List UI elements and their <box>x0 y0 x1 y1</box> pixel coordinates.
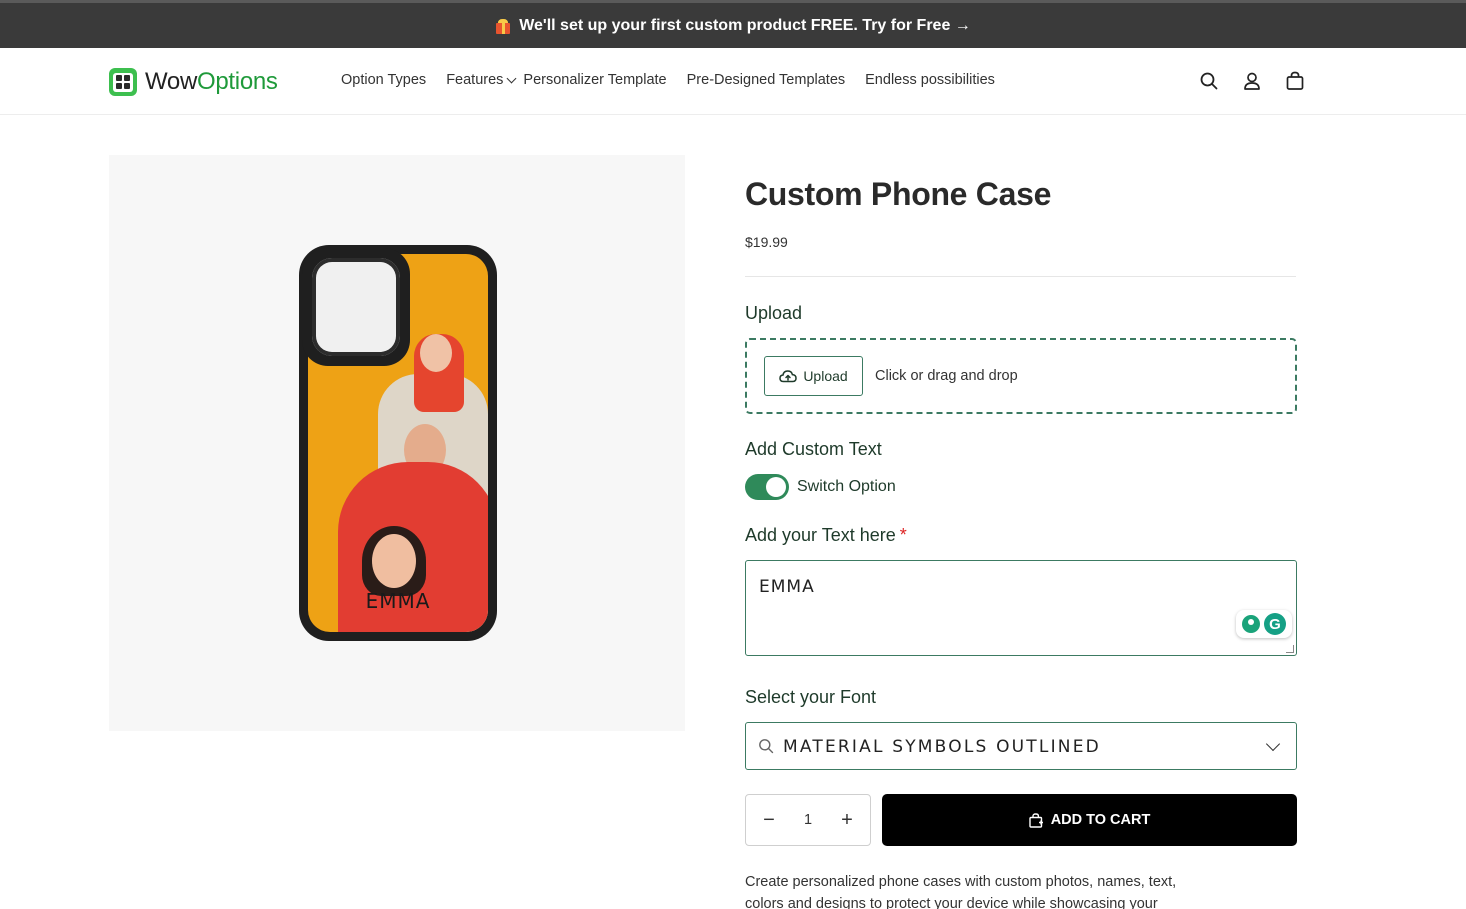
quantity-stepper: − 1 + <box>745 794 871 846</box>
custom-text-switch-row: Switch Option <box>745 474 896 500</box>
quantity-increase-button[interactable]: + <box>838 809 856 831</box>
custom-text-input[interactable]: EMMA G <box>745 560 1297 656</box>
product-title: Custom Phone Case <box>745 176 1052 212</box>
add-to-cart-label: ADD TO CART <box>1050 812 1151 828</box>
header-icons <box>1198 70 1327 92</box>
custom-text-value: EMMA <box>759 577 815 597</box>
custom-text-label: Add Custom Text <box>745 439 882 459</box>
brand-name: WowOptions <box>145 67 278 95</box>
brand-logo[interactable]: WowOptions <box>109 67 278 96</box>
custom-text-toggle[interactable] <box>745 474 789 500</box>
resize-handle[interactable] <box>1286 645 1294 653</box>
quantity-value[interactable]: 1 <box>804 812 812 828</box>
site-header: WowOptions Option Types Features Persona… <box>0 48 1466 115</box>
nav-item-features[interactable]: Features <box>446 72 517 88</box>
add-to-cart-button[interactable]: ADD TO CART <box>882 794 1297 846</box>
grammarly-icon: G <box>1264 613 1286 635</box>
cloud-upload-icon <box>779 369 798 383</box>
main-nav: Option Types Features Personalizer Templ… <box>341 72 1015 88</box>
nav-item-pre-designed-templates[interactable]: Pre-Designed Templates <box>687 72 846 88</box>
upload-label: Upload <box>745 303 803 323</box>
cart-icon[interactable] <box>1284 70 1306 92</box>
search-icon <box>758 738 774 754</box>
chevron-down-icon <box>506 73 517 83</box>
cart-add-icon <box>1028 812 1043 828</box>
announcement-bar[interactable]: We'll set up your first custom product F… <box>0 0 1466 48</box>
camera-cutout <box>302 248 410 366</box>
quantity-decrease-button[interactable]: − <box>760 809 778 831</box>
upload-button[interactable]: Upload <box>764 356 863 396</box>
account-icon[interactable] <box>1241 70 1263 92</box>
font-label: Select your Font <box>745 687 877 707</box>
upload-hint: Click or drag and drop <box>875 368 1018 384</box>
case-preview-text: EMMA <box>365 589 431 613</box>
upload-button-label: Upload <box>803 368 848 384</box>
nav-item-endless-possibilities[interactable]: Endless possibilities <box>865 72 995 88</box>
toggle-knob <box>766 477 786 497</box>
logo-icon <box>109 67 137 96</box>
product-description: Create personalized phone cases with cus… <box>745 874 1177 909</box>
selected-font: MATERIAL SYMBOLS OUTLINED <box>783 737 1101 757</box>
switch-label: Switch Option <box>797 478 896 495</box>
text-field-label: Add your Text here * <box>745 525 907 545</box>
chevron-down-icon <box>1265 736 1281 752</box>
announcement-text[interactable]: We'll set up your first custom product F… <box>519 17 971 35</box>
gift-icon <box>495 18 511 34</box>
nav-item-personalizer-template[interactable]: Personalizer Template <box>523 72 666 88</box>
font-select[interactable]: MATERIAL SYMBOLS OUTLINED <box>745 722 1297 770</box>
nav-item-option-types[interactable]: Option Types <box>341 72 426 88</box>
product-image[interactable]: EMMA <box>109 155 685 731</box>
divider <box>745 276 1296 277</box>
phone-case-preview: EMMA <box>299 245 497 641</box>
lightbulb-icon <box>1242 615 1260 633</box>
nav-item-label: Features <box>446 72 504 88</box>
required-marker: * <box>899 525 907 545</box>
product-price: $19.99 <box>745 234 788 250</box>
upload-dropzone[interactable]: Upload Click or drag and drop <box>745 338 1297 414</box>
search-icon[interactable] <box>1198 70 1220 92</box>
grammarly-widget[interactable]: G <box>1236 610 1292 638</box>
